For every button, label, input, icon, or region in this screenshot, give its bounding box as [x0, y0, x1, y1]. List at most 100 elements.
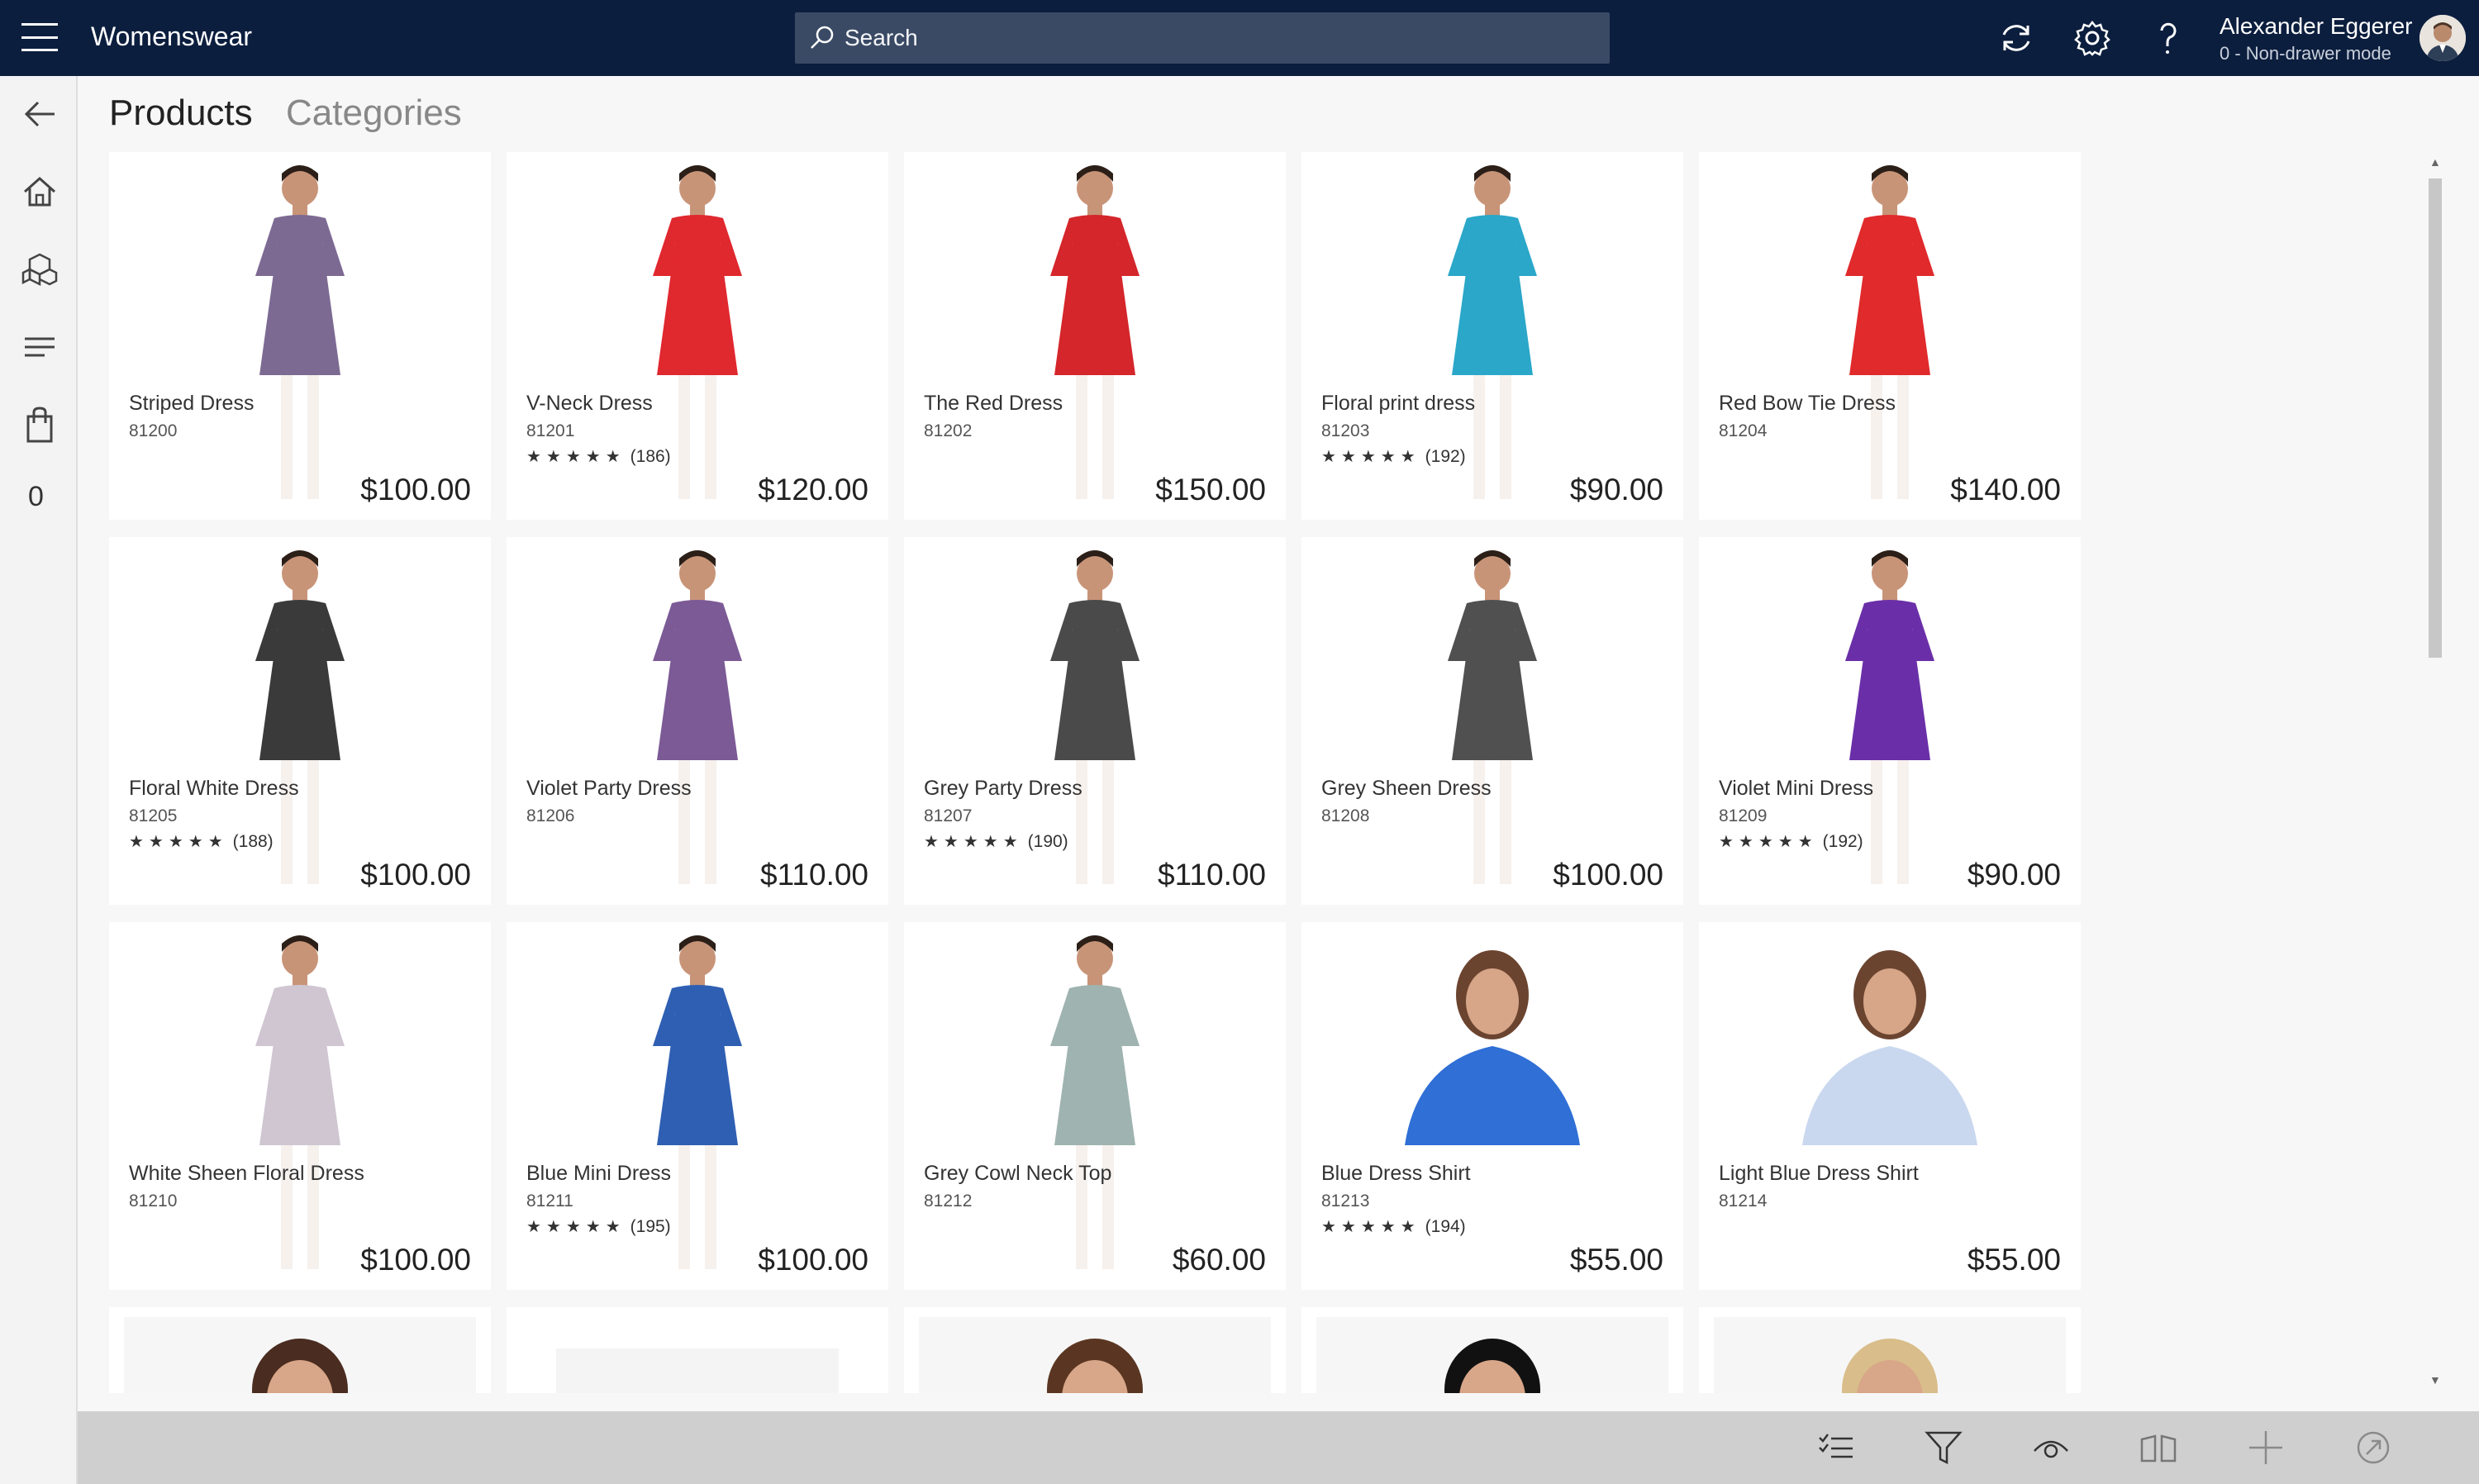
- product-card[interactable]: Striped Dress 81200 $100.00: [109, 152, 491, 520]
- filter-icon[interactable]: [1924, 1428, 1963, 1467]
- product-card[interactable]: [507, 1307, 888, 1393]
- product-price: $150.00: [1155, 473, 1266, 507]
- product-name: Red Bow Tie Dress: [1719, 392, 1896, 415]
- scroll-thumb[interactable]: [2429, 178, 2442, 658]
- back-arrow-icon[interactable]: [20, 94, 59, 134]
- scroll-up-arrow-icon[interactable]: ▲: [2429, 155, 2441, 169]
- search-box[interactable]: [795, 12, 1610, 64]
- review-count: (190): [1027, 832, 1068, 851]
- product-rating: ★★★★★ (195): [526, 1216, 671, 1237]
- rating-stars: ★★★★★: [1719, 833, 1818, 851]
- tab-categories[interactable]: Categories: [286, 93, 462, 134]
- rating-stars: ★★★★★: [1321, 1218, 1420, 1236]
- user-name[interactable]: Alexander Eggerer: [2220, 13, 2412, 40]
- product-image[interactable]: [1301, 1307, 1683, 1393]
- user-mode: 0 - Non-drawer mode: [2220, 43, 2391, 64]
- product-sku: 81203: [1321, 421, 1370, 440]
- scroll-down-arrow-icon[interactable]: ▼: [2429, 1373, 2441, 1386]
- product-card[interactable]: Floral White Dress 81205 ★★★★★ (188) $100.00: [109, 537, 491, 905]
- rating-stars: ★★★★★: [1321, 448, 1420, 466]
- product-card[interactable]: [109, 1307, 491, 1393]
- compare-icon[interactable]: [2139, 1428, 2178, 1467]
- product-sku: 81212: [924, 1191, 973, 1211]
- refresh-icon[interactable]: [1996, 18, 2036, 58]
- product-rating: ★★★★★ (186): [526, 446, 671, 467]
- products-cubes-icon[interactable]: [20, 250, 59, 289]
- review-count: (192): [1822, 832, 1863, 851]
- cart-count[interactable]: 0: [28, 481, 44, 513]
- product-card[interactable]: Grey Party Dress 81207 ★★★★★ (190) $110.00: [904, 537, 1286, 905]
- product-sku: 81204: [1719, 421, 1768, 440]
- list-icon[interactable]: [20, 327, 59, 367]
- review-count: (195): [630, 1217, 671, 1236]
- product-rating: ★★★★★ (192): [1321, 446, 1466, 467]
- product-price: $90.00: [1569, 473, 1663, 507]
- product-card[interactable]: White Sheen Floral Dress 81210 $100.00: [109, 922, 491, 1290]
- settings-gear-icon[interactable]: [2072, 18, 2112, 58]
- product-name: V-Neck Dress: [526, 392, 653, 415]
- product-card[interactable]: Grey Cowl Neck Top 81212 $60.00: [904, 922, 1286, 1290]
- hamburger-menu-icon[interactable]: [21, 23, 58, 51]
- product-price: $110.00: [1158, 858, 1266, 892]
- product-card[interactable]: Red Bow Tie Dress 81204 $140.00: [1699, 152, 2081, 520]
- product-price: $100.00: [1553, 858, 1663, 892]
- product-sku: 81207: [924, 806, 973, 825]
- home-icon[interactable]: [20, 172, 59, 212]
- search-input[interactable]: [845, 12, 1588, 64]
- product-card[interactable]: Blue Mini Dress 81211 ★★★★★ (195) $100.00: [507, 922, 888, 1290]
- product-name: The Red Dress: [924, 392, 1063, 415]
- product-name: Grey Cowl Neck Top: [924, 1162, 1112, 1185]
- product-name: Grey Party Dress: [924, 777, 1082, 800]
- product-card[interactable]: [1301, 1307, 1683, 1393]
- product-image[interactable]: [109, 922, 491, 1290]
- product-image[interactable]: [1699, 922, 2081, 1290]
- product-image[interactable]: [904, 152, 1286, 520]
- view-eye-icon[interactable]: [2031, 1428, 2071, 1467]
- review-count: (188): [232, 832, 274, 851]
- product-image[interactable]: [109, 152, 491, 520]
- product-card[interactable]: V-Neck Dress 81201 ★★★★★ (186) $120.00: [507, 152, 888, 520]
- product-card[interactable]: Blue Dress Shirt 81213 ★★★★★ (194) $55.00: [1301, 922, 1683, 1290]
- product-card[interactable]: The Red Dress 81202 $150.00: [904, 152, 1286, 520]
- product-image[interactable]: [1301, 537, 1683, 905]
- product-sku: 81210: [129, 1191, 178, 1211]
- product-name: Light Blue Dress Shirt: [1719, 1162, 1919, 1185]
- add-plus-icon[interactable]: [2246, 1428, 2286, 1467]
- rating-stars: ★★★★★: [526, 1218, 626, 1236]
- product-card[interactable]: Floral print dress 81203 ★★★★★ (192) $90.00: [1301, 152, 1683, 520]
- checklist-icon[interactable]: [1816, 1428, 1856, 1467]
- product-price: $55.00: [1967, 1243, 2061, 1277]
- product-card[interactable]: [1699, 1307, 2081, 1393]
- search-icon: [811, 26, 834, 49]
- product-sku: 81206: [526, 806, 575, 825]
- avatar[interactable]: [2420, 15, 2466, 61]
- product-rating: ★★★★★ (190): [924, 831, 1068, 852]
- product-card[interactable]: Violet Party Dress 81206 $110.00: [507, 537, 888, 905]
- product-sku: 81201: [526, 421, 575, 440]
- product-card[interactable]: [904, 1307, 1286, 1393]
- product-image[interactable]: [904, 922, 1286, 1290]
- product-card[interactable]: Light Blue Dress Shirt 81214 $55.00: [1699, 922, 2081, 1290]
- product-name: Floral White Dress: [129, 777, 299, 800]
- product-image[interactable]: [507, 537, 888, 905]
- product-card[interactable]: Grey Sheen Dress 81208 $100.00: [1301, 537, 1683, 905]
- product-name: Violet Mini Dress: [1719, 777, 1874, 800]
- product-image[interactable]: [1699, 152, 2081, 520]
- product-name: Violet Party Dress: [526, 777, 692, 800]
- help-question-icon[interactable]: [2148, 18, 2188, 58]
- rating-stars: ★★★★★: [129, 833, 228, 851]
- avatar-portrait-icon: [2420, 15, 2466, 61]
- product-rating: ★★★★★ (192): [1719, 831, 1863, 852]
- product-image[interactable]: [109, 1307, 491, 1393]
- product-card[interactable]: Violet Mini Dress 81209 ★★★★★ (192) $90.00: [1699, 537, 2081, 905]
- product-name: Grey Sheen Dress: [1321, 777, 1492, 800]
- product-grid: Striped Dress 81200 $100.00 V-Neck Dress 812…: [109, 152, 2084, 1393]
- shopping-bag-icon[interactable]: [20, 405, 59, 445]
- product-price: $100.00: [360, 1243, 471, 1277]
- product-image[interactable]: [904, 1307, 1286, 1393]
- product-image[interactable]: [1699, 1307, 2081, 1393]
- vertical-scrollbar[interactable]: ▲ ▼: [2426, 155, 2444, 1391]
- navigate-arrow-icon[interactable]: [2353, 1428, 2393, 1467]
- tab-products[interactable]: Products: [109, 93, 253, 134]
- product-image[interactable]: [507, 1307, 888, 1393]
